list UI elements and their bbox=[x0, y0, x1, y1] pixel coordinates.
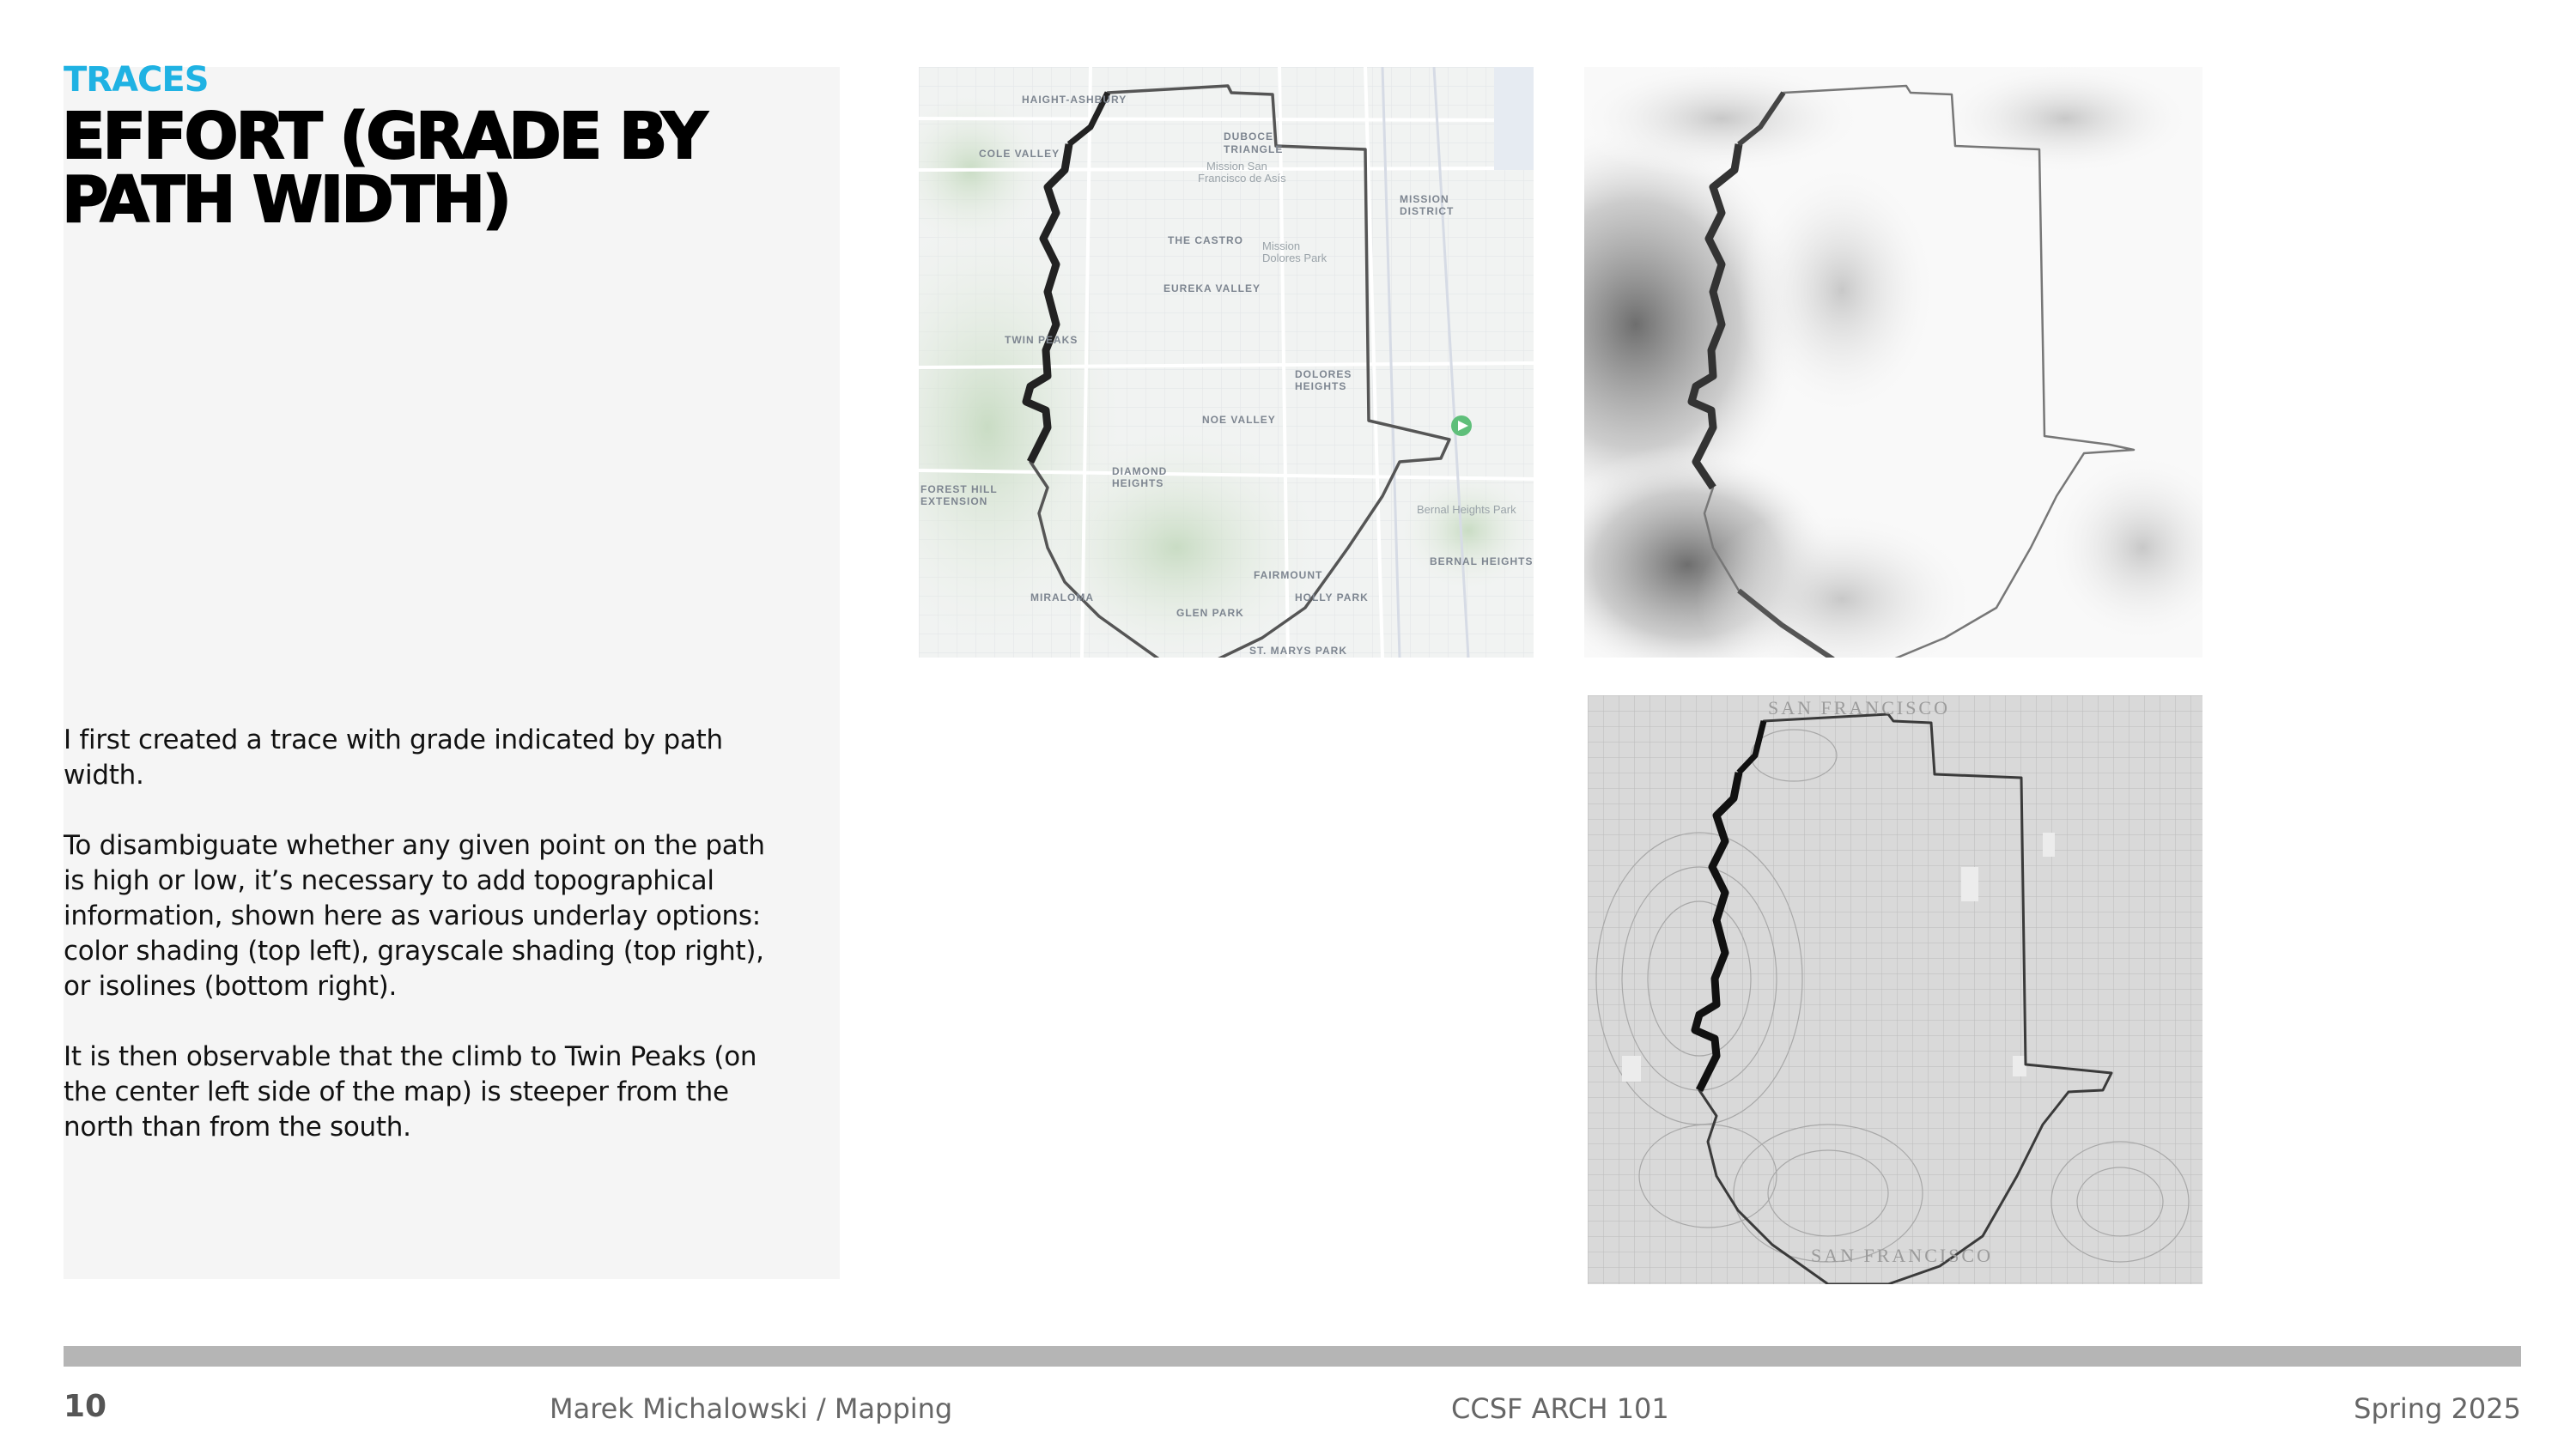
page-number: 10 bbox=[64, 1389, 107, 1424]
svg-text:HEIGHTS: HEIGHTS bbox=[1112, 477, 1163, 489]
svg-text:NOE VALLEY: NOE VALLEY bbox=[1202, 414, 1276, 426]
svg-text:DIAMOND: DIAMOND bbox=[1112, 465, 1167, 477]
svg-text:ST. MARYS PARK: ST. MARYS PARK bbox=[1249, 645, 1347, 657]
svg-text:HEIGHTS: HEIGHTS bbox=[1295, 380, 1346, 392]
svg-text:DUBOCE: DUBOCE bbox=[1224, 130, 1273, 142]
footer-term: Spring 2025 bbox=[2354, 1392, 2521, 1425]
svg-text:FAIRMOUNT: FAIRMOUNT bbox=[1254, 569, 1322, 581]
paragraph-3: It is then observable that the climb to … bbox=[64, 1041, 757, 1143]
body-text: I first created a trace with grade indic… bbox=[64, 723, 785, 1180]
svg-text:Francisco de Asís: Francisco de Asís bbox=[1198, 172, 1286, 185]
svg-text:Dolores Park: Dolores Park bbox=[1262, 252, 1327, 264]
grayscale-shading-map bbox=[1584, 67, 2202, 658]
svg-text:BERNAL HEIGHTS: BERNAL HEIGHTS bbox=[1430, 555, 1533, 567]
svg-text:HOLLY PARK: HOLLY PARK bbox=[1295, 591, 1369, 603]
svg-text:Bernal Heights Park: Bernal Heights Park bbox=[1417, 503, 1516, 516]
svg-text:MISSION: MISSION bbox=[1400, 193, 1449, 205]
svg-text:GLEN PARK: GLEN PARK bbox=[1176, 607, 1244, 619]
svg-text:TWIN PEAKS: TWIN PEAKS bbox=[1005, 334, 1078, 346]
paragraph-2: To disambiguate whether any given point … bbox=[64, 830, 765, 1002]
section-kicker: TRACES bbox=[64, 60, 210, 100]
svg-text:TRIANGLE: TRIANGLE bbox=[1224, 143, 1283, 155]
paragraph-1: I first created a trace with grade indic… bbox=[64, 724, 723, 791]
isoline-map: SAN FRANCISCO SAN FRANCISCO bbox=[1588, 695, 2202, 1284]
svg-text:DISTRICT: DISTRICT bbox=[1400, 205, 1454, 217]
footer-author: Marek Michalowski / Mapping bbox=[550, 1392, 953, 1425]
iso-label-bottom: SAN FRANCISCO bbox=[1811, 1245, 1993, 1266]
svg-text:HAIGHT-ASHBURY: HAIGHT-ASHBURY bbox=[1022, 94, 1127, 106]
svg-text:EXTENSION: EXTENSION bbox=[920, 495, 987, 507]
svg-text:Mission San: Mission San bbox=[1206, 160, 1267, 173]
iso-label-top: SAN FRANCISCO bbox=[1768, 697, 1950, 718]
svg-text:DOLORES: DOLORES bbox=[1295, 368, 1352, 380]
svg-text:Mission: Mission bbox=[1262, 239, 1300, 252]
footer-course: CCSF ARCH 101 bbox=[1451, 1392, 1669, 1425]
footer-rule bbox=[64, 1346, 2521, 1367]
slide-title: EFFORT (GRADE BY PATH WIDTH) bbox=[61, 100, 708, 237]
svg-text:MIRALOMA: MIRALOMA bbox=[1030, 591, 1094, 603]
svg-text:EUREKA VALLEY: EUREKA VALLEY bbox=[1163, 282, 1261, 294]
svg-text:FOREST HILL: FOREST HILL bbox=[920, 483, 998, 495]
svg-text:COLE VALLEY: COLE VALLEY bbox=[979, 148, 1060, 160]
svg-text:THE CASTRO: THE CASTRO bbox=[1168, 234, 1243, 246]
color-shading-map: HAIGHT-ASHBURY COLE VALLEY DUBOCE TRIANG… bbox=[919, 67, 1534, 658]
